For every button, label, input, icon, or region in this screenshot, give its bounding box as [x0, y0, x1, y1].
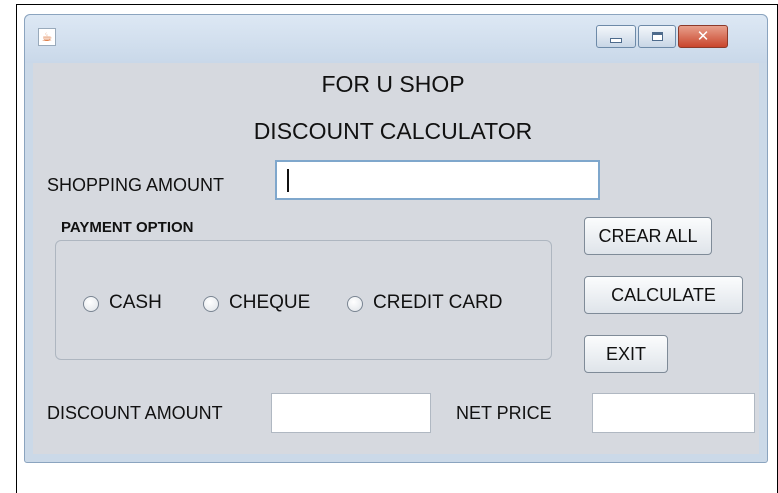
- document-frame-top: [16, 4, 778, 5]
- document-frame-left: [16, 4, 17, 493]
- radio-cash[interactable]: [83, 296, 99, 312]
- java-cup-icon[interactable]: ☕: [38, 28, 56, 46]
- shopping-amount-input[interactable]: [275, 160, 600, 200]
- exit-button[interactable]: EXIT: [584, 335, 668, 373]
- maximize-button[interactable]: [638, 25, 676, 48]
- radio-cheque-label[interactable]: CHEQUE: [229, 292, 310, 314]
- radio-cheque[interactable]: [203, 296, 219, 312]
- radio-credit-card[interactable]: [347, 296, 363, 312]
- app-window: ☕ ✕ FOR U SHOP DISCOUNT CALCULATOR SHOPP…: [24, 14, 768, 463]
- radio-credit-card-label[interactable]: CREDIT CARD: [373, 292, 503, 314]
- payment-option-group: CASH CHEQUE CREDIT CARD: [55, 240, 552, 360]
- close-button[interactable]: ✕: [678, 25, 728, 48]
- payment-option-label: PAYMENT OPTION: [61, 219, 194, 236]
- minimize-button[interactable]: [596, 25, 636, 48]
- shop-title: FOR U SHOP: [321, 71, 465, 97]
- net-price-field[interactable]: [592, 393, 755, 433]
- maximize-icon: [651, 32, 663, 41]
- calculate-button[interactable]: CALCULATE: [584, 276, 743, 314]
- discount-amount-label: DISCOUNT AMOUNT: [47, 403, 223, 423]
- clear-all-button[interactable]: CREAR ALL: [584, 217, 712, 255]
- content-panel: FOR U SHOP DISCOUNT CALCULATOR SHOPPING …: [33, 63, 759, 454]
- text-cursor: [287, 169, 289, 192]
- shopping-amount-label: SHOPPING AMOUNT: [47, 175, 225, 195]
- minimize-icon: [610, 38, 622, 43]
- net-price-label: NET PRICE: [456, 403, 552, 423]
- close-icon: ✕: [696, 27, 710, 45]
- calculator-title: DISCOUNT CALCULATOR: [253, 118, 533, 144]
- title-bar[interactable]: ☕ ✕: [25, 15, 767, 63]
- discount-amount-field[interactable]: [271, 393, 431, 433]
- radio-cash-label[interactable]: CASH: [109, 292, 162, 314]
